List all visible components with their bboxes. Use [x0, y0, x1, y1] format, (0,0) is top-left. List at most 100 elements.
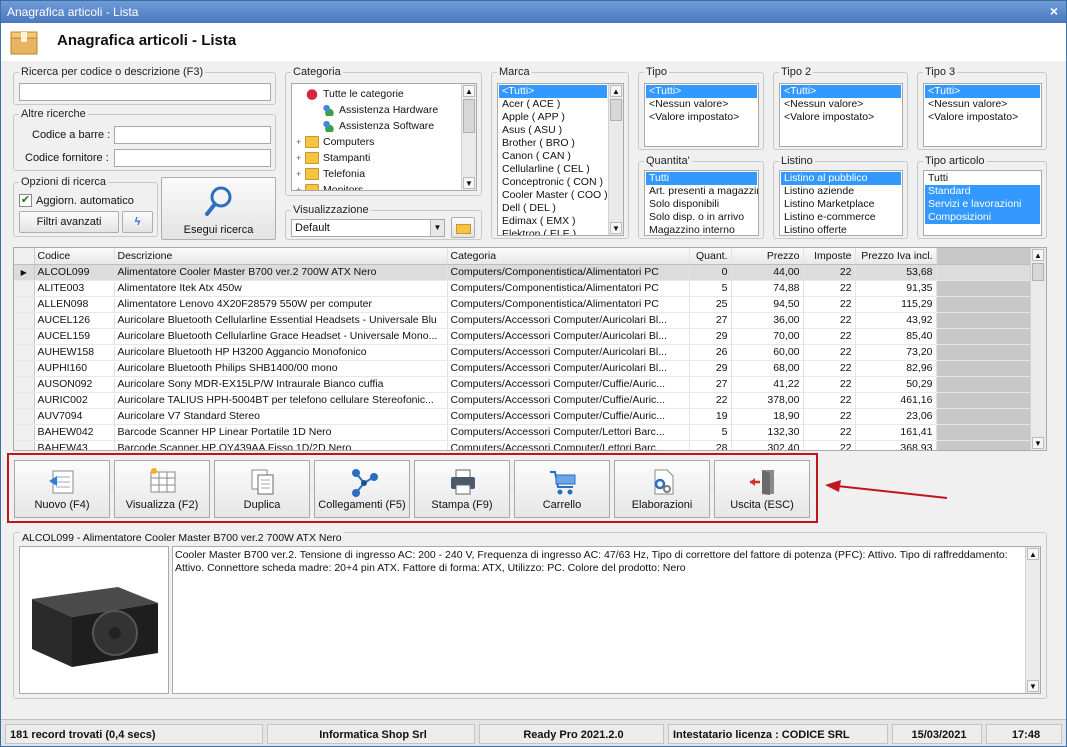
category-item[interactable]: + Telefonia: [294, 166, 460, 182]
quantity-list[interactable]: Tutti Art. presenti a magazzino Solo dispo…: [644, 170, 759, 236]
category-item[interactable]: + Monitors: [294, 182, 460, 190]
expand-icon[interactable]: +: [296, 150, 305, 166]
listino-option[interactable]: Listino aziende: [781, 185, 901, 198]
category-item[interactable]: + Computers: [294, 134, 460, 150]
table-row[interactable]: AUHEW158 Auricolare Bluetooth HP H3200 Ag…: [14, 344, 1031, 361]
description-box[interactable]: Cooler Master B700 ver.2. Tensione di in…: [172, 546, 1041, 694]
table-row[interactable]: AUCEL126 Auricolare Bluetooth Cellularlin…: [14, 312, 1031, 329]
category-item[interactable]: Assistenza Hardware: [294, 102, 460, 118]
marca-option[interactable]: Asus ( ASU ): [499, 124, 607, 137]
category-item[interactable]: Assistenza Software: [294, 118, 460, 134]
marca-option[interactable]: Edimax ( EMX ): [499, 215, 607, 228]
lightning-icon[interactable]: ϟ: [122, 211, 153, 233]
listino-option[interactable]: Listino e-commerce: [781, 211, 901, 224]
tipo-option[interactable]: <Tutti>: [646, 85, 757, 98]
expand-icon[interactable]: +: [296, 182, 305, 190]
elaborazioni-button[interactable]: Elaborazioni: [614, 460, 710, 518]
brand-list[interactable]: <Tutti> Acer ( ACE ) Apple ( APP ) Asus ( A…: [497, 83, 624, 236]
tipo3-option[interactable]: <Valore impostato>: [925, 111, 1040, 124]
barcode-input[interactable]: [114, 126, 271, 144]
tipo3-option[interactable]: <Tutti>: [925, 85, 1040, 98]
marca-option[interactable]: Cooler Master ( COO ): [499, 189, 608, 202]
uscita-button[interactable]: Uscita (ESC): [714, 460, 810, 518]
collegamenti-button[interactable]: Collegamenti (F5): [314, 460, 410, 518]
tipo2-option[interactable]: <Valore impostato>: [781, 111, 901, 124]
carrello-button[interactable]: Carrello: [514, 460, 610, 518]
expand-icon[interactable]: +: [296, 134, 305, 150]
table-cell: 27: [689, 312, 732, 329]
table-row[interactable]: BAHEW042 Barcode Scanner HP Linear Portat…: [14, 424, 1031, 441]
advanced-filters-button[interactable]: Filtri avanzati: [19, 211, 119, 233]
duplica-button[interactable]: Duplica: [214, 460, 310, 518]
listino-option[interactable]: Listino Marketplace: [781, 198, 901, 211]
column-header[interactable]: Descrizione: [114, 248, 448, 265]
marca-option[interactable]: Brother ( BRO ): [499, 137, 607, 150]
table-row[interactable]: AURIC002 Auricolare TALIUS HPH-5004BT per…: [14, 392, 1031, 409]
folder-open-icon[interactable]: [451, 217, 475, 238]
category-item[interactable]: + Stampanti: [294, 150, 460, 166]
column-header[interactable]: Quant.: [689, 248, 732, 265]
category-item[interactable]: Tutte le categorie: [294, 86, 460, 102]
expand-icon[interactable]: +: [296, 166, 305, 182]
run-search-button[interactable]: Esegui ricerca: [161, 177, 276, 240]
quantita-option[interactable]: Solo disponibili: [646, 198, 757, 211]
item-type-list[interactable]: Tutti Standard Servizi e lavorazioni Compos…: [923, 170, 1042, 236]
marca-option[interactable]: Dell ( DEL ): [499, 202, 607, 215]
column-header[interactable]: Prezzo Iva incl.: [855, 248, 937, 265]
type-list[interactable]: <Tutti> <Nessun valore> <Valore impostato>: [644, 83, 759, 147]
tipo-articolo-option[interactable]: Standard: [925, 185, 1040, 198]
table-row[interactable]: AUSON092 Auricolare Sony MDR-EX15LP/W Int…: [14, 376, 1031, 393]
column-header[interactable]: Imposte: [803, 248, 856, 265]
close-icon[interactable]: ×: [1050, 3, 1058, 19]
table-row[interactable]: AUV7094 Auricolare V7 Standard Stereo Comp…: [14, 408, 1031, 425]
visualizza-button[interactable]: Visualizza (F2): [114, 460, 210, 518]
auto-update-checkbox[interactable]: ✔: [19, 194, 32, 207]
table-row[interactable]: ALLEN098 Alimentatore Lenovo 4X20F28579 5…: [14, 296, 1031, 313]
category-scrollbar[interactable]: ▲ ▼: [461, 84, 476, 190]
quantita-option[interactable]: Art. presenti a magazzino: [646, 185, 758, 198]
description-scrollbar[interactable]: ▲ ▼: [1025, 547, 1040, 693]
brand-scrollbar[interactable]: ▲ ▼: [608, 84, 623, 235]
tipo2-option[interactable]: <Tutti>: [781, 85, 901, 98]
grid-scrollbar[interactable]: ▲ ▼: [1030, 248, 1046, 450]
column-header[interactable]: Codice: [34, 248, 115, 265]
marca-option[interactable]: Cellularline ( CEL ): [499, 163, 607, 176]
view-select[interactable]: Default ▼: [291, 219, 445, 237]
nuovo-button[interactable]: Nuovo (F4): [14, 460, 110, 518]
type2-list[interactable]: <Tutti> <Nessun valore> <Valore impostato>: [779, 83, 903, 147]
grid-empty-area: [936, 392, 1031, 409]
table-row[interactable]: ALITE003 Alimentatore Itek Atx 450w Comput…: [14, 280, 1031, 297]
marca-option[interactable]: Apple ( APP ): [499, 111, 607, 124]
tipo2-option[interactable]: <Nessun valore>: [781, 98, 901, 111]
marca-option[interactable]: Elektron ( ELE ): [499, 228, 607, 235]
stampa-button[interactable]: Stampa (F9): [414, 460, 510, 518]
column-header[interactable]: Prezzo: [731, 248, 804, 265]
tipo-articolo-option[interactable]: Servizi e lavorazioni: [925, 198, 1040, 211]
price-list-list[interactable]: Listino al pubblico Listino aziende Listin…: [779, 170, 903, 236]
code-search-input[interactable]: [19, 83, 271, 101]
marca-option[interactable]: Acer ( ACE ): [499, 98, 607, 111]
quantita-option[interactable]: Magazzino interno: [646, 224, 757, 235]
marca-option[interactable]: <Tutti>: [499, 85, 607, 98]
marca-option[interactable]: Canon ( CAN ): [499, 150, 607, 163]
tipo-articolo-option[interactable]: Tutti: [925, 172, 1040, 185]
tipo-option[interactable]: <Valore impostato>: [646, 111, 757, 124]
tipo-option[interactable]: <Nessun valore>: [646, 98, 757, 111]
tipo-articolo-option[interactable]: Composizioni: [925, 211, 1040, 224]
tipo3-option[interactable]: <Nessun valore>: [925, 98, 1040, 111]
supplier-code-input[interactable]: [114, 149, 271, 167]
listino-option[interactable]: Listino offerte: [781, 224, 901, 235]
type3-list[interactable]: <Tutti> <Nessun valore> <Valore impostato>: [923, 83, 1042, 147]
table-row[interactable]: ▶ ALCOL099 Alimentatore Cooler Master B700…: [14, 264, 1031, 281]
table-row[interactable]: AUPHI160 Auricolare Bluetooth Philips SHB…: [14, 360, 1031, 377]
table-row[interactable]: BAHEW43 Barcode Scanner HP QY439AA Fisso …: [14, 440, 1031, 450]
column-header[interactable]: Categoria: [447, 248, 690, 265]
marca-option[interactable]: Conceptronic ( CON ): [499, 176, 607, 189]
quantita-option[interactable]: Solo disp. o in arrivo: [646, 211, 757, 224]
articles-grid[interactable]: Codice Descrizione Categoria Quant. Prezzo Im…: [13, 247, 1047, 451]
chevron-down-icon[interactable]: ▼: [430, 220, 444, 236]
table-row[interactable]: AUCEL159 Auricolare Bluetooth Cellularlin…: [14, 328, 1031, 345]
quantita-option[interactable]: Tutti: [646, 172, 757, 185]
listino-option[interactable]: Listino al pubblico: [781, 172, 901, 185]
category-tree[interactable]: Tutte le categorie Assistenza Hardware Ass…: [291, 83, 477, 191]
